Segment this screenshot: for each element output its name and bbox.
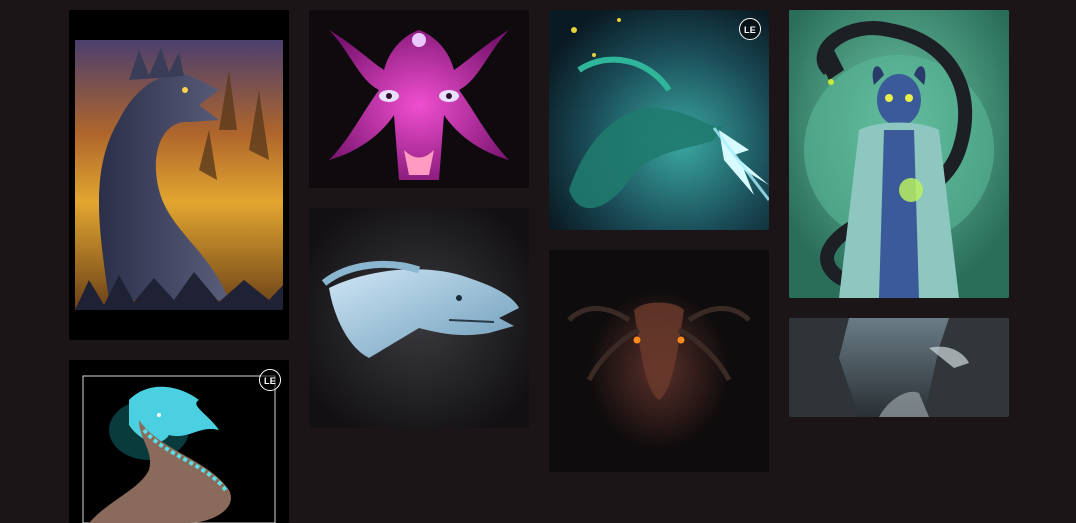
artwork-tile-teal-lightning-dragon[interactable]: LE	[549, 10, 769, 230]
artwork-gallery: LE LE	[0, 0, 1076, 523]
limited-edition-badge: LE	[259, 369, 281, 391]
limited-edition-badge: LE	[739, 18, 761, 40]
artwork-image	[789, 318, 1009, 417]
artwork-tile-horned-sorceress[interactable]	[789, 10, 1009, 298]
artwork-image	[549, 250, 769, 472]
artwork-image	[309, 208, 529, 428]
artwork-image	[789, 10, 1009, 298]
artwork-image	[75, 40, 283, 310]
artwork-tile-misty-canyon[interactable]	[789, 318, 1009, 417]
artwork-tile-dragon-sunset[interactable]	[69, 10, 289, 340]
artwork-tile-eastern-dragon[interactable]: LE	[69, 360, 289, 523]
artwork-tile-magenta-demon[interactable]	[309, 10, 529, 188]
artwork-tile-dark-dragon[interactable]	[549, 250, 769, 472]
artwork-tile-silver-dragon-head[interactable]	[309, 208, 529, 428]
artwork-image	[329, 30, 509, 180]
artwork-image	[549, 10, 769, 230]
artwork-image	[82, 375, 276, 523]
